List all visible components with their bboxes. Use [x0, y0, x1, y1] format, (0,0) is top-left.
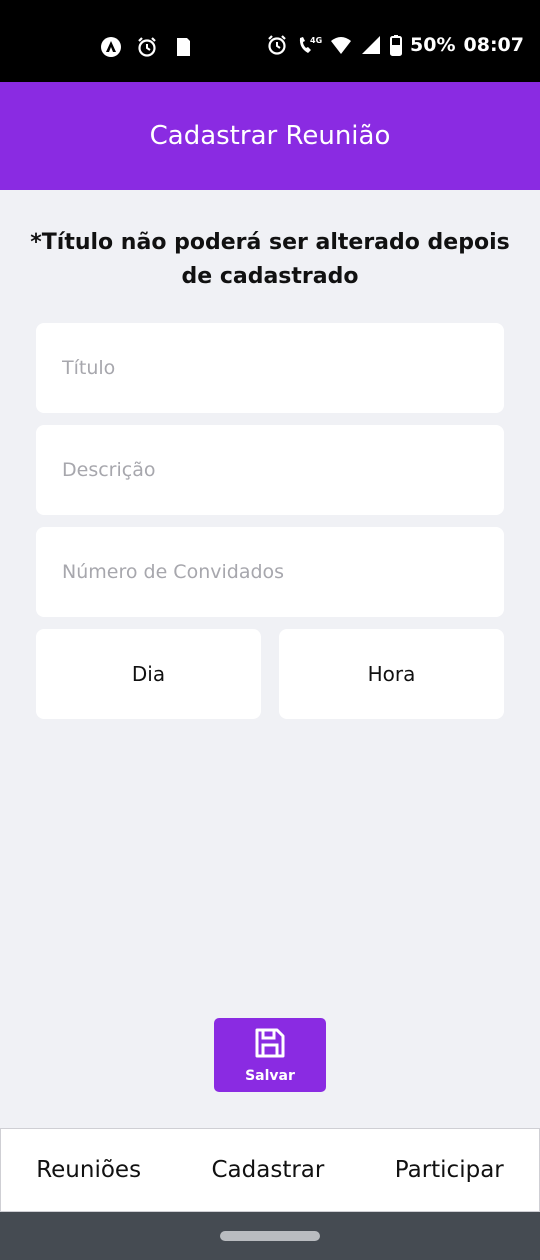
guests-count-input[interactable]: [36, 527, 504, 617]
title-input[interactable]: [36, 323, 504, 413]
home-gesture-pill[interactable]: [220, 1231, 320, 1241]
nav-item-participar[interactable]: Participar: [395, 1157, 504, 1183]
network-label: 4G: [310, 36, 322, 45]
bottom-nav: Reuniões Cadastrar Participar: [0, 1128, 540, 1212]
description-input[interactable]: [36, 425, 504, 515]
day-picker-button[interactable]: Dia: [36, 629, 261, 719]
app-header: Cadastrar Reunião: [0, 82, 540, 190]
page-title: Cadastrar Reunião: [149, 121, 391, 151]
system-nav-bar: [0, 1212, 540, 1260]
volte-call-icon: 4G: [296, 34, 322, 56]
battery-icon: [390, 34, 403, 56]
clock: 08:07: [463, 34, 524, 56]
nav-item-reunioes[interactable]: Reuniões: [36, 1157, 141, 1183]
wifi-icon: [330, 34, 352, 56]
hour-picker-button[interactable]: Hora: [279, 629, 504, 719]
cell-signal-icon: [360, 34, 382, 56]
status-bar: 4G 50% 08:07: [0, 0, 540, 82]
save-button-label: Salvar: [245, 1068, 295, 1084]
hour-picker-label: Hora: [367, 662, 416, 686]
status-right-icons: 4G 50% 08:07: [266, 34, 524, 56]
alarm-icon: [266, 34, 288, 56]
status-left-icons: [100, 36, 194, 58]
android-auto-icon: [100, 36, 122, 58]
battery-percent: 50%: [410, 34, 456, 56]
title-warning-notice: *Título não poderá ser alterado depois d…: [30, 230, 510, 289]
nav-item-cadastrar[interactable]: Cadastrar: [211, 1157, 324, 1183]
save-button[interactable]: Salvar: [214, 1018, 326, 1092]
day-picker-label: Dia: [131, 662, 166, 686]
floppy-disk-icon: [253, 1026, 287, 1064]
sd-card-icon: [172, 36, 194, 58]
alarm-icon: [136, 36, 158, 58]
